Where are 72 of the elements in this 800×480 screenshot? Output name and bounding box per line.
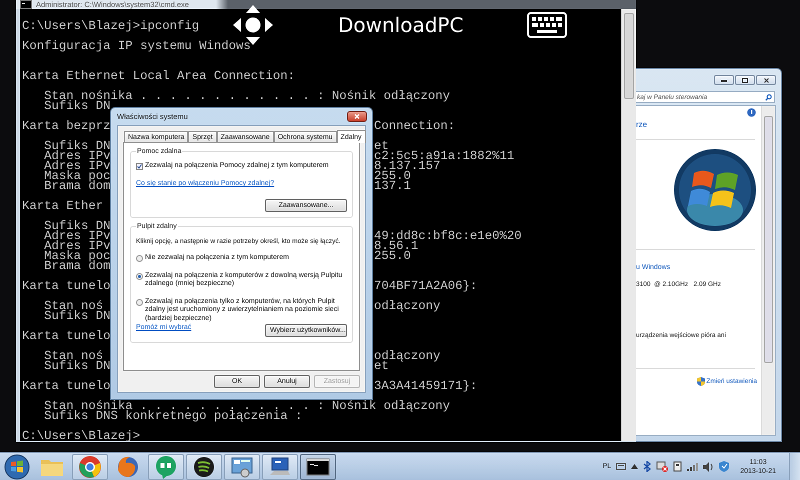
console-line: Brama dom	[44, 181, 111, 191]
radio-button[interactable]	[136, 255, 143, 262]
network-error-icon[interactable]	[656, 461, 668, 472]
console-line: Sufiks DN	[44, 361, 111, 371]
console-line: 255.0	[374, 171, 411, 181]
console-line: 137.1	[374, 181, 411, 191]
close-icon	[354, 114, 360, 119]
console-line: C:\Users\Blazej>ipconfig	[22, 21, 200, 31]
minimize-button[interactable]	[714, 75, 734, 85]
console-line: et	[374, 141, 389, 151]
help-icon[interactable]	[747, 108, 756, 117]
console-line: Karta bezprz	[22, 121, 111, 131]
console-line: odłączony	[374, 351, 440, 361]
bluetooth-icon[interactable]	[643, 461, 652, 472]
page-heading[interactable]: rze	[636, 120, 648, 129]
scrollbar[interactable]	[761, 106, 775, 435]
console-line: Stan noś	[44, 301, 104, 311]
console-line: Stan noś	[44, 351, 104, 361]
scrollbar[interactable]	[621, 9, 636, 441]
console-line: Sufiks DN	[44, 221, 111, 231]
console-line: Stan nośnika . . . . . . . . . . . . : Nośnik odłączony	[44, 401, 450, 411]
console-line: Karta tunelo	[22, 331, 111, 341]
close-button[interactable]	[756, 75, 776, 85]
console-line: Karta tunelo	[22, 381, 111, 391]
app-title: DownloadPC	[338, 13, 464, 37]
device-icon[interactable]	[673, 461, 682, 472]
shield-icon[interactable]	[719, 461, 730, 472]
console-line: Karta Ethernet Local Area Connection:	[22, 71, 296, 81]
console-line: Adres IPv	[44, 151, 111, 161]
check-icon	[137, 164, 142, 169]
minimize-icon	[721, 78, 727, 82]
radio-button[interactable]	[136, 272, 143, 280]
checkbox[interactable]	[136, 163, 143, 170]
start-button-icon[interactable]	[4, 454, 30, 480]
console-line: Sufiks DNS konkretnego połączenia :	[44, 411, 302, 421]
close-button[interactable]	[347, 111, 367, 122]
close-icon	[764, 78, 768, 82]
taskbar-button[interactable]	[262, 454, 298, 480]
taskbar-button[interactable]	[224, 454, 260, 480]
console-line: 3A3A41459171}:	[374, 381, 478, 391]
console-line: odłączony	[374, 301, 440, 311]
console-line: Sufiks DN	[44, 311, 111, 321]
console-line: Adres IPv	[44, 241, 111, 251]
up-arrow-icon[interactable]	[631, 464, 638, 469]
search-icon	[765, 94, 772, 101]
console-line: c2:5c5:a91a:1882%11	[374, 151, 514, 161]
console-line: 49:dd8c:bf8c:e1e0%20	[374, 231, 522, 241]
console-line: Sufiks DN	[44, 141, 111, 151]
console-line: Konfiguracja IP systemu Windows	[22, 41, 251, 51]
maximize-button[interactable]	[735, 75, 755, 85]
console-line: Karta tunelo	[22, 281, 111, 291]
speaker-icon[interactable]	[703, 462, 714, 472]
console-line: Maska poc	[44, 171, 111, 181]
console-line: Adres IPv	[44, 231, 111, 241]
taskbar-button[interactable]	[186, 454, 222, 480]
console-line: Adres IPv	[44, 161, 111, 171]
console-line: et	[374, 361, 389, 371]
console-line: Connection:	[374, 121, 456, 131]
console-line: Stan nośnika . . . . . . . . . . . . : Nośnik odłączony	[44, 91, 450, 101]
console-line: Maska poc	[44, 251, 111, 261]
console-line: Karta Ether	[22, 201, 104, 211]
signal-icon[interactable]	[687, 462, 698, 471]
console-line: 255.0	[374, 251, 411, 261]
maximize-icon	[742, 78, 748, 82]
console-line: 8.56.1	[374, 241, 418, 251]
console-line: 8.137.157	[374, 161, 440, 171]
radio-button[interactable]	[136, 298, 143, 306]
shield-icon	[697, 377, 706, 386]
console-line: Sufiks DN	[44, 101, 111, 111]
taskbar-button[interactable]	[300, 454, 336, 480]
console-line: Brama dom	[44, 261, 111, 271]
console-line: 704BF71A2A06}:	[374, 281, 478, 291]
